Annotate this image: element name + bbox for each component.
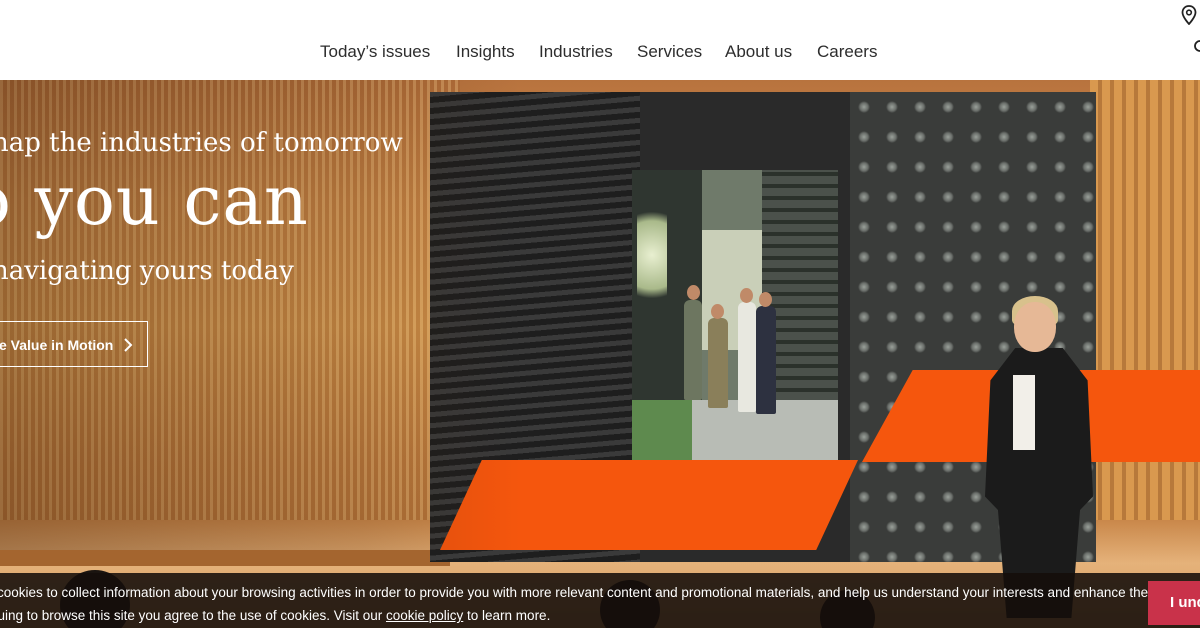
nav-item-careers[interactable]: Careers [817, 42, 877, 62]
cookie-text-after-link: to learn more. [463, 608, 551, 623]
hero-subline: navigating yours today [0, 256, 294, 286]
hero-eyebrow: hap the industries of tomorrow [0, 128, 403, 158]
nav-item-services[interactable]: Services [637, 42, 702, 62]
site-header: Today’s issues Insights Industries Servi… [0, 0, 1200, 80]
presenter-shirt [1013, 375, 1035, 450]
cookie-text-before-link: nuing to browse this site you agree to t… [0, 608, 386, 623]
hero-cta-label: e Value in Motion [0, 337, 114, 353]
nav-item-about-us[interactable]: About us [725, 42, 792, 62]
stage-step [0, 550, 450, 566]
cookie-policy-link[interactable]: cookie policy [386, 608, 463, 623]
map-pin-icon[interactable] [1180, 5, 1198, 26]
chevron-right-icon [123, 334, 133, 358]
cookie-text-line2: nuing to browse this site you agree to t… [0, 608, 550, 623]
nav-item-insights[interactable]: Insights [456, 42, 515, 62]
video-person [738, 302, 756, 412]
screen-video-image [632, 170, 838, 472]
video-plant [637, 195, 667, 315]
hero-headline: o you can [0, 162, 309, 241]
main-nav: Today’s issues Insights Industries Servi… [0, 0, 1200, 80]
video-person-head [740, 288, 753, 303]
presenter-head [1014, 302, 1056, 352]
search-icon[interactable] [1192, 40, 1200, 54]
cookie-banner: cookies to collect information about you… [0, 573, 1200, 628]
hero-banner: hap the industries of tomorrow o you can… [0, 80, 1200, 628]
video-person [684, 300, 702, 400]
video-person [756, 306, 776, 414]
cookie-accept-button[interactable]: I und [1148, 581, 1200, 625]
video-person-head [759, 292, 772, 307]
nav-item-todays-issues[interactable]: Today’s issues [320, 42, 430, 62]
nav-item-industries[interactable]: Industries [539, 42, 613, 62]
video-person-head [711, 304, 724, 319]
video-person-head [687, 285, 700, 300]
video-person [708, 318, 728, 408]
cookie-text-line1: cookies to collect information about you… [0, 585, 1149, 600]
hero-cta-button[interactable]: e Value in Motion [0, 321, 148, 367]
